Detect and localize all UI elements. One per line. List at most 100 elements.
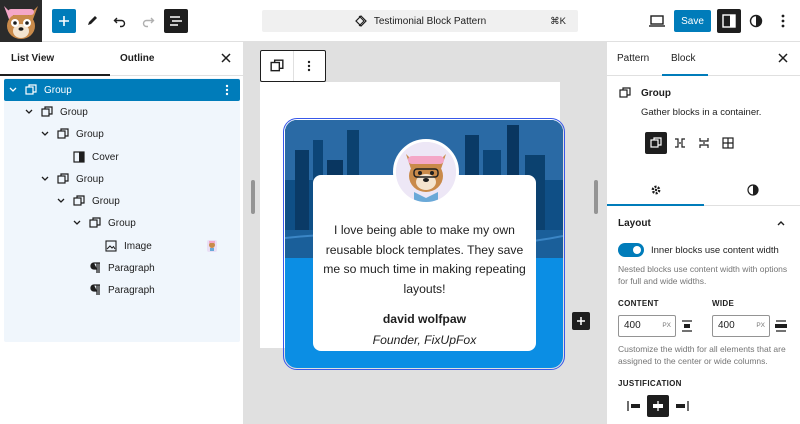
tab-styles[interactable]: [704, 174, 800, 206]
justify-right-icon: [676, 401, 689, 411]
tree-item-group[interactable]: Group: [4, 212, 240, 234]
wide-size-value: 400: [718, 320, 735, 331]
align-wide-icon: [775, 320, 787, 332]
kebab-icon[interactable]: [220, 83, 234, 97]
chevron-down-icon[interactable]: [72, 218, 82, 228]
justify-left-icon: [627, 401, 640, 411]
testimonial-role[interactable]: Founder, FixUpFox: [313, 333, 536, 347]
width-help: Customize the width for all elements tha…: [618, 344, 786, 366]
justify-center-icon: [653, 401, 663, 411]
tab-outline[interactable]: Outline: [120, 42, 154, 76]
active-tab-indicator: [0, 74, 110, 76]
justify-left-button[interactable]: [623, 395, 645, 417]
undo-button[interactable]: [108, 9, 132, 33]
block-type-button[interactable]: [261, 51, 293, 81]
testimonial-author[interactable]: david wolfpaw: [313, 312, 536, 326]
gear-icon: [651, 185, 660, 195]
variation-stack-button[interactable]: [693, 132, 715, 154]
cover-icon: [72, 150, 86, 164]
variation-grid-button[interactable]: [717, 132, 739, 154]
tree-item-label: Paragraph: [108, 284, 155, 296]
pattern-icon: [355, 15, 367, 27]
undo-icon: [113, 17, 126, 28]
tree-item-group[interactable]: Group: [4, 168, 240, 190]
redo-button[interactable]: [136, 9, 160, 33]
group-icon: [650, 137, 662, 148]
variation-group-button[interactable]: [645, 132, 667, 154]
testimonial-content: I love being able to make my own reusabl…: [313, 139, 536, 351]
plus-icon: [577, 317, 585, 325]
justification-control: [623, 395, 693, 417]
testimonial-card[interactable]: I love being able to make my own reusabl…: [283, 118, 565, 370]
close-icon[interactable]: [776, 51, 790, 65]
chevron-down-icon[interactable]: [40, 129, 50, 139]
chevron-down-icon[interactable]: [8, 85, 18, 95]
content-width-toggle[interactable]: [618, 243, 644, 257]
row-icon: [675, 138, 685, 148]
tree-item-label: Group: [76, 173, 104, 185]
justify-center-button[interactable]: [647, 395, 669, 417]
pencil-icon: [88, 16, 97, 25]
resize-handle-left[interactable]: [251, 180, 255, 214]
tree-item-group[interactable]: Group: [4, 190, 240, 212]
tree-item-cover[interactable]: Cover: [4, 146, 240, 168]
active-tab-indicator: [607, 204, 704, 206]
stack-icon: [699, 138, 709, 148]
tab-block[interactable]: Block: [671, 42, 695, 76]
wide-size-input[interactable]: 400 PX: [712, 315, 770, 337]
resize-handle-right[interactable]: [594, 180, 598, 214]
tree-item-group[interactable]: Group: [4, 123, 240, 145]
block-inserter-button[interactable]: [572, 312, 590, 330]
group-icon: [88, 216, 102, 230]
block-title: Group: [641, 88, 671, 99]
command-shortcut: ⌘K: [550, 15, 566, 27]
tree-item-group[interactable]: Group: [4, 79, 240, 101]
chevron-down-icon[interactable]: [56, 196, 66, 206]
tree-item-image[interactable]: Image: [4, 235, 240, 257]
tools-button[interactable]: [80, 9, 104, 33]
wide-size-label: WIDE: [712, 299, 735, 308]
tab-list-view[interactable]: List View: [11, 42, 54, 76]
tree-item-group[interactable]: Group: [4, 101, 240, 123]
command-palette-button[interactable]: Testimonial Block Pattern ⌘K: [262, 10, 578, 32]
add-block-button[interactable]: [52, 9, 76, 33]
sidebar-icon: [722, 14, 736, 28]
content-size-unit[interactable]: PX: [662, 316, 671, 336]
chevron-down-icon[interactable]: [24, 107, 34, 117]
testimonial-quote[interactable]: I love being able to make my own reusabl…: [321, 221, 528, 299]
content-size-input[interactable]: 400 PX: [618, 315, 676, 337]
panel-tabs: List View Outline: [0, 42, 243, 76]
variation-row-button[interactable]: [669, 132, 691, 154]
block-variations: [645, 132, 739, 154]
redo-icon: [142, 17, 155, 28]
styles-button[interactable]: [744, 9, 768, 33]
options-button[interactable]: [771, 9, 795, 33]
save-button[interactable]: Save: [674, 10, 711, 32]
close-icon[interactable]: [219, 51, 233, 65]
tree-item-paragraph[interactable]: Paragraph: [4, 257, 240, 279]
chevron-up-icon[interactable]: [776, 218, 786, 228]
settings-button[interactable]: [717, 9, 741, 33]
layout-panel-title[interactable]: Layout: [618, 218, 651, 229]
wide-size-unit[interactable]: PX: [756, 316, 765, 336]
align-center-icon: [682, 320, 692, 332]
content-size-label: CONTENT: [618, 299, 659, 308]
preview-button[interactable]: [645, 9, 669, 33]
tab-settings[interactable]: [607, 174, 704, 206]
tree-item-paragraph[interactable]: Paragraph: [4, 279, 240, 301]
command-title: Testimonial Block Pattern: [373, 15, 487, 27]
justify-right-button[interactable]: [671, 395, 693, 417]
tree-item-label: Group: [108, 217, 136, 229]
kebab-icon: [308, 60, 311, 72]
desktop-icon: [649, 15, 665, 27]
author-avatar[interactable]: [393, 139, 459, 205]
chevron-down-icon[interactable]: [40, 174, 50, 184]
tab-pattern[interactable]: Pattern: [617, 42, 649, 76]
editor-canvas: I love being able to make my own reusabl…: [244, 42, 606, 424]
block-options-button[interactable]: [292, 51, 325, 81]
sidebar-tabs: Pattern Block: [607, 42, 800, 76]
half-circle-icon: [749, 14, 763, 28]
site-logo[interactable]: [0, 0, 42, 42]
document-overview-button[interactable]: [164, 9, 188, 33]
content-width-toggle-label: Inner blocks use content width: [651, 245, 779, 256]
